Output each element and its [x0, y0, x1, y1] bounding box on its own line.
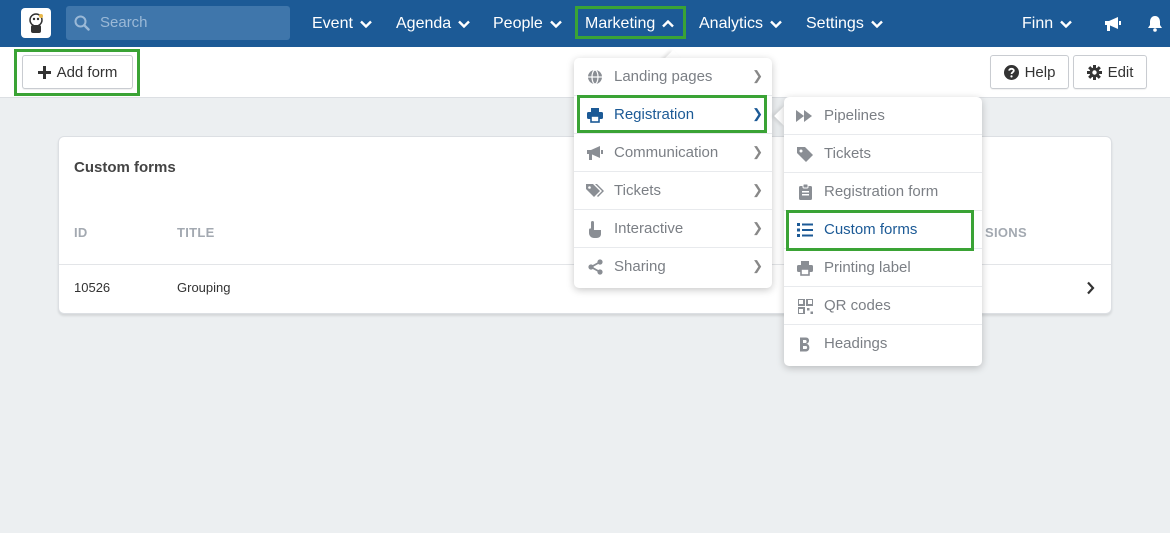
menu-item-sharing[interactable]: Sharing ❯: [574, 248, 772, 286]
menu-item-tickets[interactable]: Tickets ❯: [574, 172, 772, 210]
submenu-item-registration-form[interactable]: Registration form: [784, 173, 982, 211]
nav-analytics[interactable]: Analytics: [699, 0, 782, 47]
nav-analytics-label: Analytics: [699, 14, 764, 32]
submenu-item-printing-label[interactable]: Printing label: [784, 249, 982, 287]
user-menu[interactable]: Finn: [1022, 0, 1072, 47]
chevron-down-icon: [549, 20, 562, 28]
tags-icon: [586, 184, 604, 197]
marketing-menu: Landing pages ❯ Registration ❯ Communica…: [574, 58, 772, 288]
qrcode-icon: [797, 298, 813, 314]
cell-title: Grouping: [177, 280, 231, 295]
nav-settings[interactable]: Settings: [806, 0, 883, 47]
bold-icon: [800, 337, 810, 351]
chevron-down-icon: [1060, 20, 1072, 28]
search-box[interactable]: Search: [66, 6, 290, 40]
nav-event-label: Event: [312, 14, 353, 32]
submenu-item-qr-codes[interactable]: QR codes: [784, 287, 982, 325]
chevron-down-icon: [770, 20, 782, 28]
menu-item-label: Sharing: [614, 258, 666, 275]
nav-people-label: People: [493, 14, 543, 32]
chevron-down-icon: [458, 20, 471, 28]
tag-icon: [797, 147, 813, 162]
chevron-down-icon: [360, 20, 372, 28]
card-title: Custom forms: [74, 159, 176, 176]
chevron-right-icon: ❯: [752, 182, 763, 197]
nav-agenda-label: Agenda: [396, 14, 452, 32]
submenu-item-label: Printing label: [824, 259, 911, 276]
bell-icon: [1148, 16, 1162, 32]
highlight-add-form: [14, 49, 140, 96]
menu-item-communication[interactable]: Communication ❯: [574, 134, 772, 172]
help-label: Help: [1024, 63, 1056, 81]
menu-item-label: Tickets: [614, 182, 661, 199]
nav-settings-label: Settings: [806, 14, 864, 32]
globe-icon: [588, 69, 602, 85]
nav-agenda[interactable]: Agenda: [396, 0, 471, 47]
column-header-title[interactable]: TITLE: [177, 225, 215, 240]
announcements-button[interactable]: [1097, 0, 1122, 47]
menu-item-label: Communication: [614, 144, 719, 161]
menu-item-label: Interactive: [614, 220, 684, 237]
nav-event[interactable]: Event: [312, 0, 372, 47]
submenu-item-tickets[interactable]: Tickets: [784, 135, 982, 173]
help-button[interactable]: Help: [990, 55, 1069, 89]
menu-item-landing-pages[interactable]: Landing pages ❯: [574, 58, 772, 96]
chevron-right-icon: ❯: [752, 68, 763, 83]
gear-icon: [1086, 64, 1102, 80]
megaphone-icon: [587, 146, 603, 160]
menu-item-interactive[interactable]: Interactive ❯: [574, 210, 772, 248]
chevron-right-icon: ❯: [752, 144, 763, 159]
question-circle-icon: [1003, 64, 1019, 80]
submenu-item-label: QR codes: [824, 297, 891, 314]
submenu-item-label: Headings: [824, 335, 888, 352]
nav-people[interactable]: People: [493, 0, 562, 47]
chevron-right-icon: ❯: [752, 258, 763, 273]
submenu-item-headings[interactable]: Headings: [784, 325, 982, 363]
edit-button[interactable]: Edit: [1073, 55, 1147, 89]
hand-pointer-icon: [589, 220, 601, 238]
search-input[interactable]: Search: [100, 14, 148, 31]
highlight-marketing: [575, 6, 686, 39]
submenu-item-label: Registration form: [824, 183, 939, 200]
chevron-down-icon: [870, 20, 883, 28]
highlight-custom-forms: [786, 210, 974, 251]
highlight-registration: [577, 95, 767, 133]
share-icon: [587, 259, 603, 275]
search-icon: [74, 15, 90, 31]
printer-icon: [797, 260, 813, 276]
clipboard-icon: [798, 184, 812, 200]
edit-label: Edit: [1107, 63, 1134, 81]
chevron-right-icon[interactable]: [1086, 281, 1095, 295]
app-logo[interactable]: [21, 8, 51, 38]
submenu-item-pipelines[interactable]: Pipelines: [784, 97, 982, 135]
fast-forward-icon: [796, 110, 812, 122]
column-header-submissions[interactable]: SIONS: [985, 225, 1027, 240]
chevron-right-icon: ❯: [752, 220, 763, 235]
megaphone-icon: [1105, 16, 1121, 31]
menu-item-label: Landing pages: [614, 68, 713, 85]
cell-id: 10526: [74, 280, 111, 295]
submenu-item-label: Pipelines: [824, 107, 885, 124]
notifications-button[interactable]: [1140, 0, 1163, 47]
user-name: Finn: [1022, 14, 1054, 32]
submenu-item-label: Tickets: [824, 145, 871, 162]
column-header-id[interactable]: ID: [74, 225, 88, 240]
mascot-logo-icon: [29, 13, 43, 33]
